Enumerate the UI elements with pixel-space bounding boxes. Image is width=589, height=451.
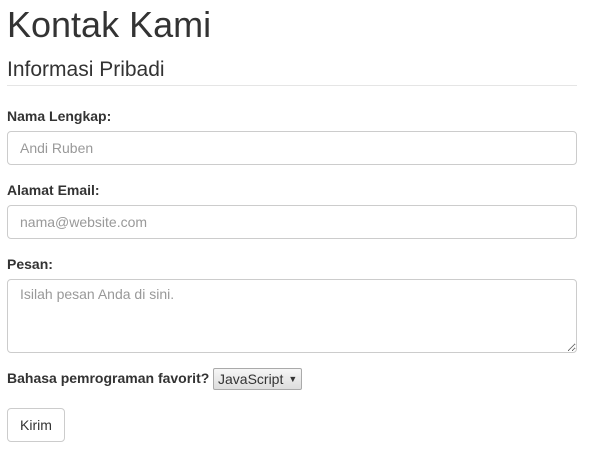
name-label: Nama Lengkap: [7, 108, 112, 124]
name-input[interactable] [7, 131, 577, 165]
message-textarea[interactable] [7, 279, 577, 353]
language-label: Bahasa pemrograman favorit? [7, 370, 210, 386]
chevron-down-icon: ▼ [288, 373, 298, 384]
language-selected: JavaScript [218, 370, 284, 387]
section-title: Informasi Pribadi [7, 58, 165, 81]
submit-button[interactable]: Kirim [7, 408, 65, 442]
email-label: Alamat Email: [7, 182, 100, 198]
divider [7, 85, 577, 86]
language-select[interactable]: JavaScript ▼ [213, 368, 303, 390]
page-title: Kontak Kami [7, 4, 212, 45]
email-input[interactable] [7, 205, 577, 239]
message-label: Pesan: [7, 256, 53, 272]
